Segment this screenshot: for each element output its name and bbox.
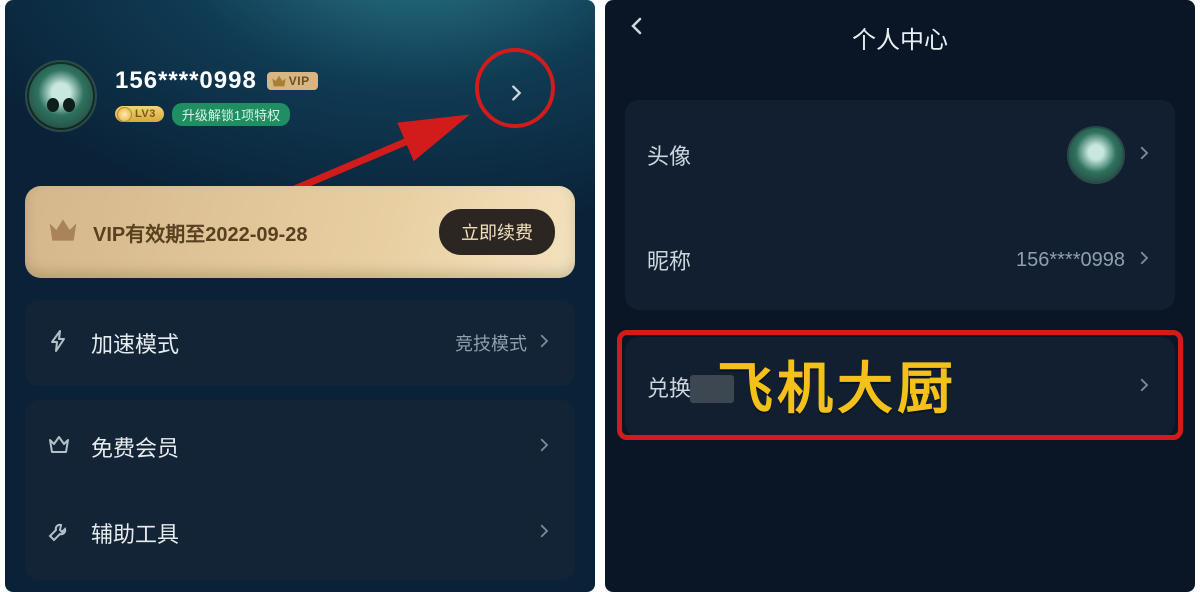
free-vip-row[interactable]: 免费会员: [25, 404, 575, 490]
right-screenshot: 个人中心 头像 昵称 156****0998 兑换码 飞机大厨: [605, 0, 1195, 592]
boost-card: 加速模式 竞技模式: [25, 300, 575, 386]
wrench-icon: [47, 519, 77, 548]
left-screenshot: 156****0998 VIP LV3 升级解锁1项特权 VIP有效期至2022…: [5, 0, 595, 592]
renew-button[interactable]: 立即续费: [439, 209, 555, 255]
vip-expiry-card: VIP有效期至2022-09-28 立即续费: [25, 186, 575, 278]
lightning-icon: [47, 329, 77, 358]
nickname-row[interactable]: 昵称 156****0998: [625, 210, 1175, 310]
chevron-right-icon: [1135, 249, 1153, 272]
chevron-right-icon: [1135, 144, 1153, 167]
annotation-circle: [475, 48, 555, 128]
crown-outline-icon: [47, 433, 77, 462]
level-badge: LV3: [115, 106, 164, 122]
page-title: 个人中心: [605, 12, 1195, 62]
crown-icon: [47, 216, 79, 249]
chevron-right-icon: [1135, 376, 1153, 399]
avatar-row[interactable]: 头像: [625, 100, 1175, 210]
vip-badge: VIP: [267, 72, 318, 90]
boost-mode-row[interactable]: 加速模式 竞技模式: [25, 300, 575, 386]
tools-row[interactable]: 辅助工具: [25, 490, 575, 576]
annotation-watermark: 飞机大厨: [717, 344, 957, 425]
phone-number: 156****0998: [115, 67, 257, 95]
upgrade-hint: 升级解锁1项特权: [172, 103, 290, 126]
chevron-right-icon: [535, 436, 553, 459]
avatar: [1067, 126, 1125, 184]
avatar[interactable]: [25, 60, 97, 132]
crown-icon: [271, 74, 287, 88]
chevron-right-icon: [535, 332, 553, 355]
profile-panel: 头像 昵称 156****0998: [625, 100, 1175, 310]
other-card: 免费会员 辅助工具: [25, 400, 575, 580]
vip-expiry-text: VIP有效期至2022-09-28: [93, 218, 439, 247]
chevron-right-icon: [535, 522, 553, 545]
